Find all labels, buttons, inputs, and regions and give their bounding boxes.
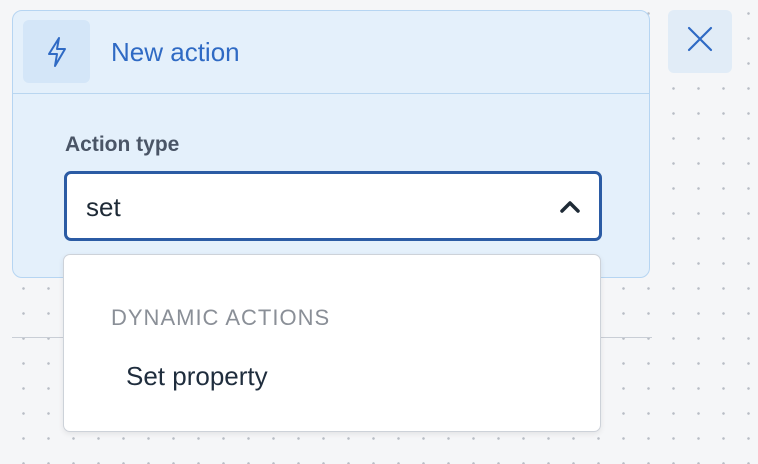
dropdown-option-set-property[interactable]: Set property: [64, 353, 600, 399]
dropdown-option-label[interactable]: Set property: [126, 361, 268, 391]
panel-title: New action: [111, 37, 240, 67]
action-type-label: Action type: [65, 133, 180, 156]
dropdown-group-label: DYNAMIC ACTIONS: [111, 305, 331, 330]
lightning-bolt-icon: [23, 20, 90, 83]
chevron-up-icon[interactable]: [559, 196, 581, 218]
close-icon[interactable]: [687, 26, 713, 57]
close-button[interactable]: [668, 10, 732, 73]
new-action-panel: New action Action type set: [12, 10, 650, 278]
action-type-value[interactable]: set: [86, 192, 121, 222]
action-type-dropdown: DYNAMIC ACTIONS Set property: [63, 254, 601, 432]
panel-header: New action: [13, 11, 649, 94]
action-type-select[interactable]: set: [64, 171, 602, 241]
